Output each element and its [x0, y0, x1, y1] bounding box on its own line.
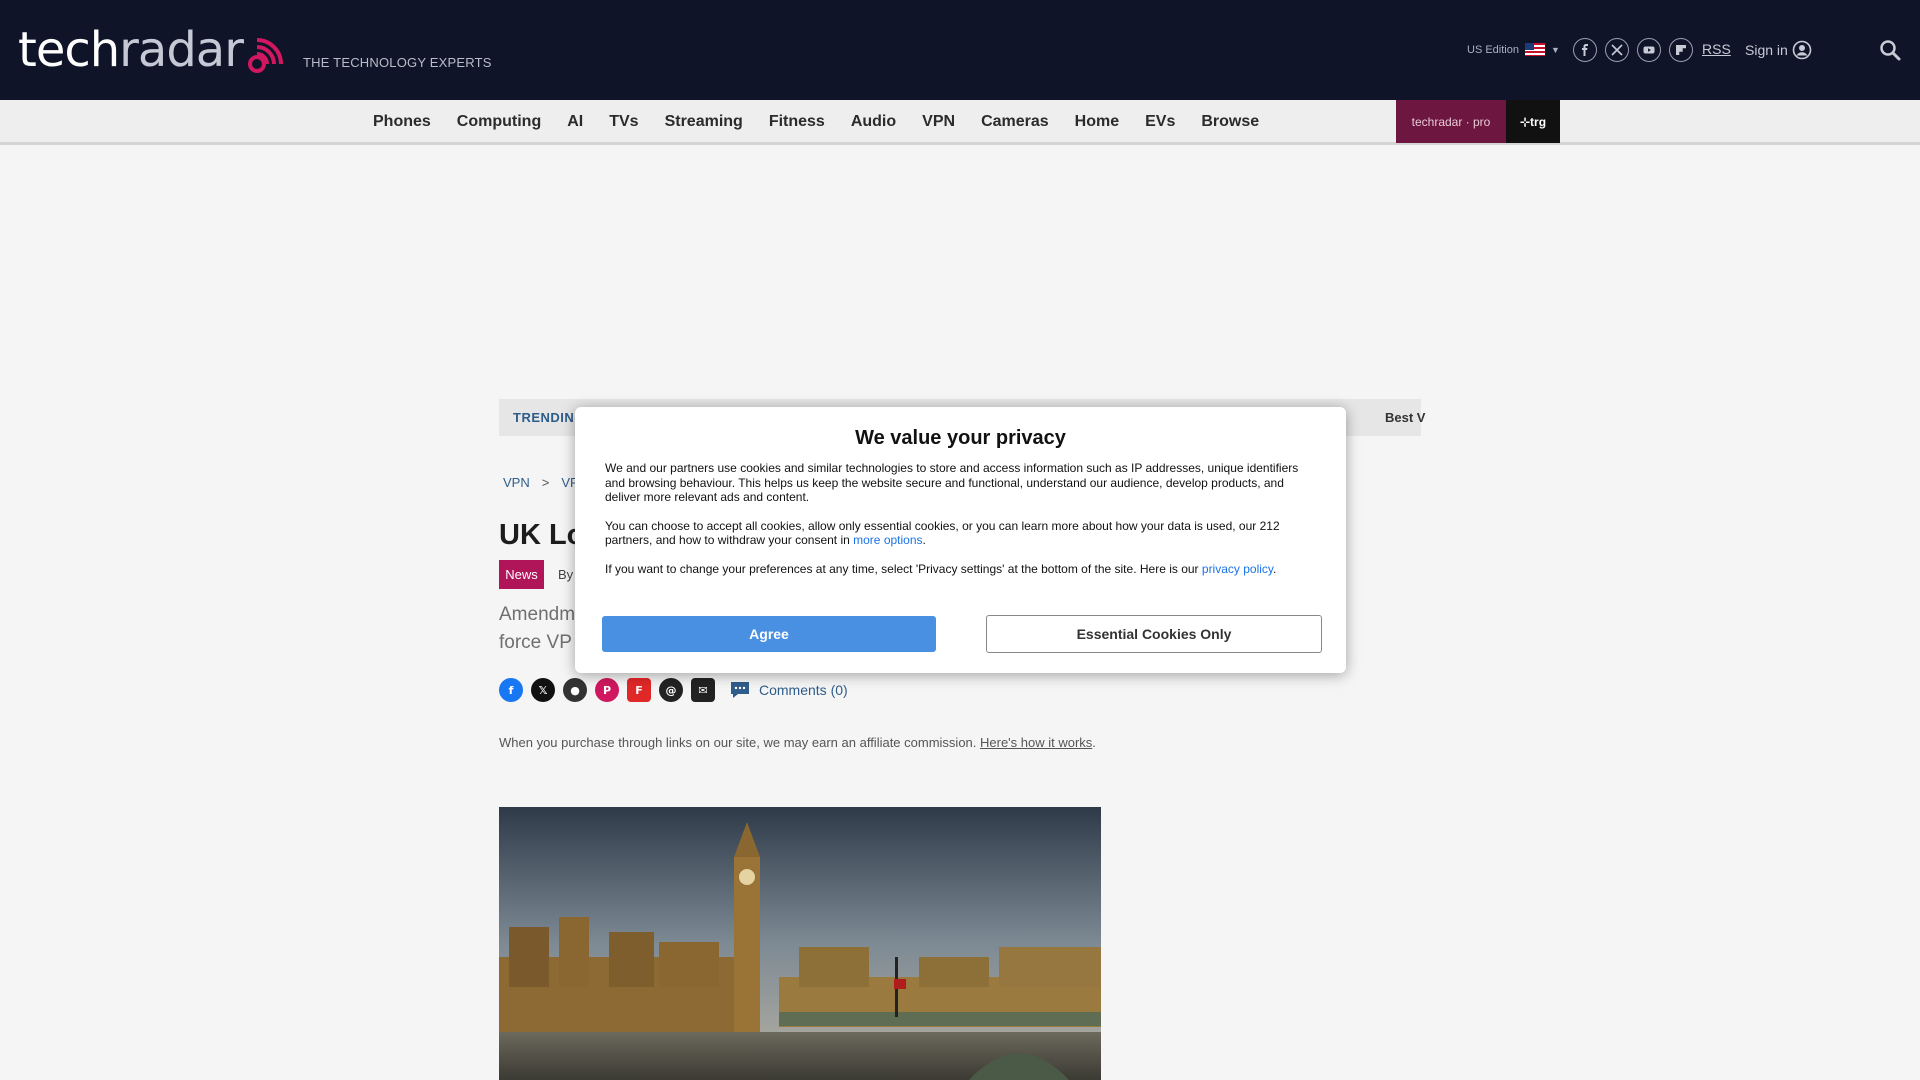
- dialog-title: We value your privacy: [855, 427, 1066, 449]
- cookie-consent-dialog: We value your privacy We and our partner…: [575, 407, 1346, 673]
- dialog-paragraph: We and our partners use cookies and simi…: [605, 461, 1299, 504]
- agree-button[interactable]: Agree: [602, 616, 936, 652]
- dialog-paragraph: If you want to change your preferences a…: [605, 561, 1277, 576]
- more-options-link[interactable]: more options: [853, 533, 922, 547]
- essential-cookies-button[interactable]: Essential Cookies Only: [986, 615, 1322, 653]
- dialog-paragraph: You can choose to accept all cookies, al…: [605, 518, 1280, 548]
- privacy-policy-link[interactable]: privacy policy: [1202, 562, 1273, 576]
- dialog-body: We and our partners use cookies and simi…: [605, 461, 1320, 590]
